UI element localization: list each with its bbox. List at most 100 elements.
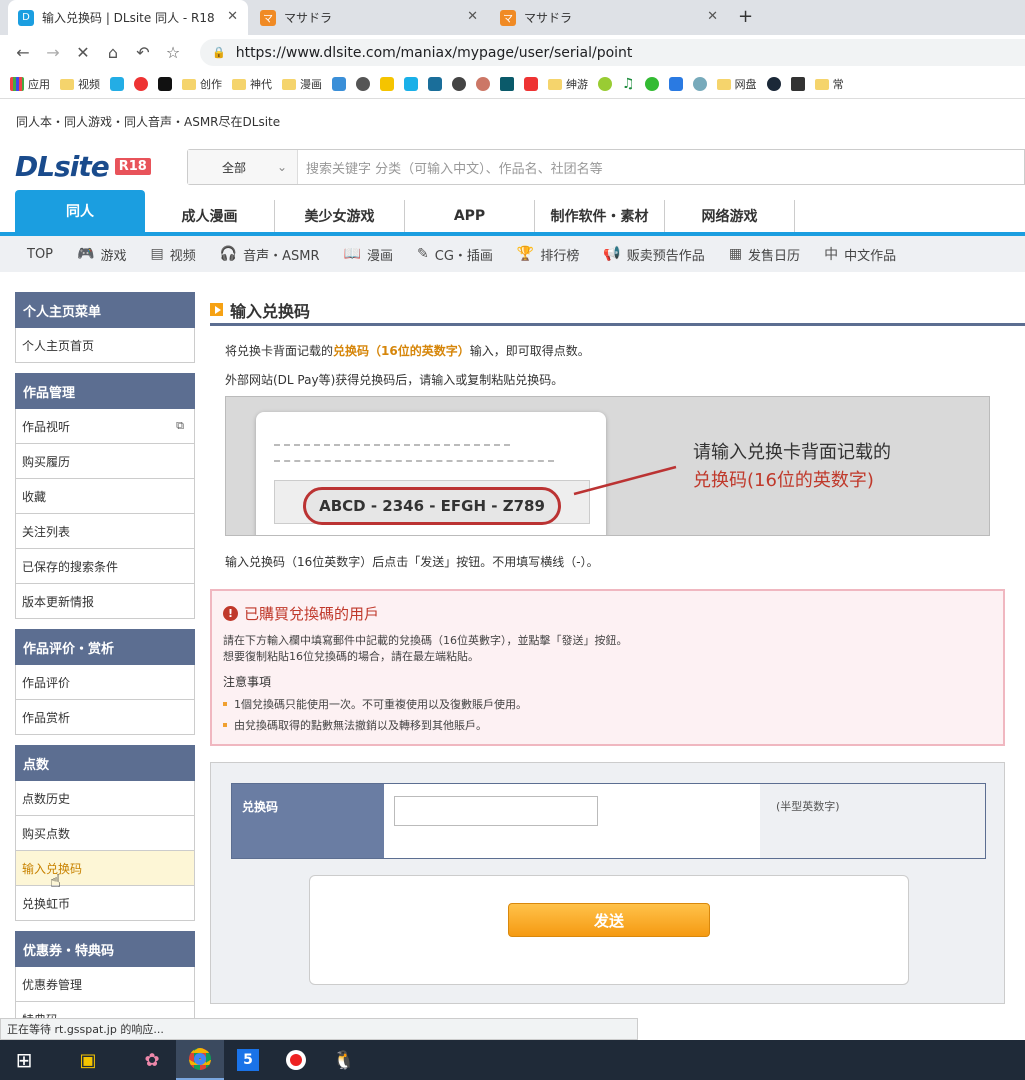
steam-icon[interactable]: [766, 77, 781, 91]
bilibili-icon[interactable]: [110, 77, 124, 91]
app-5-icon[interactable]: 5: [224, 1040, 272, 1080]
sub-nav-icon: 📢: [603, 246, 621, 262]
dlsite-logo[interactable]: DLsite R18: [15, 150, 151, 183]
site-icon[interactable]: [476, 77, 490, 91]
bookmark-folder[interactable]: 神代: [232, 76, 272, 92]
close-icon[interactable]: ✕: [227, 9, 238, 24]
sub-nav-item[interactable]: 📢 贩卖预告作品: [603, 245, 704, 264]
site-icon[interactable]: [500, 77, 514, 91]
sub-nav-item[interactable]: ▤ 视频: [150, 245, 195, 264]
main-nav-online-games[interactable]: 网络游戏: [665, 200, 795, 232]
main-nav-comics[interactable]: 成人漫画: [145, 200, 275, 232]
sidebar-item[interactable]: 作品评价: [15, 665, 195, 700]
bookmark-folder[interactable]: 网盘: [716, 76, 757, 92]
app-icon[interactable]: ✿: [128, 1040, 176, 1080]
address-bar[interactable]: 🔒 https://www.dlsite.com/maniax/mypage/u…: [200, 39, 1025, 66]
sidebar-item[interactable]: 输入兑换码: [15, 851, 195, 886]
tab-title: 输入兑换码 | DLsite 同人 - R18: [42, 11, 215, 25]
stop-icon[interactable]: ✕: [68, 37, 98, 67]
browser-tab[interactable]: マ マサドラ ✕: [490, 0, 728, 35]
site-icon[interactable]: [644, 77, 659, 91]
pixiv-icon[interactable]: [524, 77, 538, 91]
sidebar-item-label: 作品视听: [22, 419, 71, 434]
sidebar-item[interactable]: 购买点数: [15, 816, 195, 851]
bookmark-folder[interactable]: 创作: [182, 76, 222, 92]
bookmark-folder[interactable]: 漫画: [282, 76, 322, 92]
send-button[interactable]: 发送: [508, 903, 710, 937]
windows-start-icon[interactable]: ⊞: [0, 1040, 48, 1080]
site-tagline: 同人本・同人游戏・同人音声・ASMR尽在DLsite: [16, 115, 281, 129]
undo-icon[interactable]: ↶: [128, 37, 158, 67]
qq-penguin-icon[interactable]: 🐧: [320, 1040, 368, 1080]
globe-icon[interactable]: [356, 77, 370, 91]
status-bar: 正在等待 rt.gsspat.jp 的响应...: [0, 1018, 638, 1040]
sub-nav-item[interactable]: 📖 漫画: [344, 245, 393, 264]
forward-arrow-icon[interactable]: →: [38, 37, 68, 67]
epic-icon[interactable]: [790, 77, 805, 91]
sidebar-item[interactable]: 点数历史: [15, 781, 195, 816]
globe-icon[interactable]: [452, 77, 466, 91]
chrome-icon[interactable]: [176, 1040, 224, 1080]
sidebar-item[interactable]: 关注列表: [15, 514, 195, 549]
bookmark-folder[interactable]: 常: [814, 76, 844, 92]
video-site-icon[interactable]: [134, 77, 148, 91]
sub-nav-item[interactable]: 🏆 排行榜: [517, 245, 579, 264]
close-icon[interactable]: ✕: [707, 9, 718, 24]
tab-title: マサドラ: [284, 11, 333, 25]
close-icon[interactable]: ✕: [467, 9, 478, 24]
serial-code-hint: (半型英数字): [760, 784, 985, 858]
game-booster-icon[interactable]: ▣: [48, 1040, 128, 1080]
site-icon[interactable]: [428, 77, 442, 91]
sub-nav-item[interactable]: TOP: [27, 247, 53, 262]
bookmark-folder[interactable]: 绅游: [548, 76, 588, 92]
back-arrow-icon[interactable]: ←: [8, 37, 38, 67]
search-category-select[interactable]: 全部 ⌄: [188, 150, 298, 184]
sidebar-item[interactable]: 优惠券管理: [15, 967, 195, 1002]
intro-after: 输入，即可取得点数。: [469, 344, 590, 358]
sub-nav-item[interactable]: 🎧 音声・ASMR: [220, 245, 320, 264]
sidebar-item[interactable]: 作品赏析: [15, 700, 195, 735]
sidebar-group-title: 作品管理: [15, 373, 195, 409]
sub-nav-item[interactable]: ▦ 发售日历: [729, 245, 800, 264]
sub-nav-item[interactable]: 中中文作品: [824, 244, 896, 264]
manga-site-icon[interactable]: [332, 77, 346, 91]
main-nav-games[interactable]: 美少女游戏: [275, 200, 405, 232]
search-input[interactable]: 搜索关键字 分类（可输入中文）、作品名、社团名等: [298, 158, 603, 177]
sub-nav-label: CG・插画: [434, 248, 493, 264]
browser-tab-active[interactable]: D 输入兑换码 | DLsite 同人 - R18 ✕: [8, 0, 248, 35]
main-nav-doujin[interactable]: 同人: [15, 190, 145, 232]
sidebar-item[interactable]: 个人主页首页: [15, 328, 195, 363]
main-nav-tools[interactable]: 制作软件・素材: [535, 200, 665, 232]
browser-tab[interactable]: マ マサドラ ✕: [250, 0, 488, 35]
folder-icon: [548, 78, 562, 90]
sidebar-item[interactable]: 收藏: [15, 479, 195, 514]
bookmark-folder[interactable]: 视频: [60, 76, 100, 92]
record-icon[interactable]: [272, 1040, 320, 1080]
site-icon[interactable]: [668, 77, 683, 91]
bookmark-apps[interactable]: 应用: [10, 76, 50, 92]
tiktok-icon[interactable]: [158, 77, 172, 91]
intro-before: 将兑换卡背面记载的: [225, 344, 334, 358]
sidebar-item[interactable]: 版本更新情报: [15, 584, 195, 619]
music-icon[interactable]: ♫: [622, 76, 635, 92]
bookmark-label: 视频: [78, 78, 100, 91]
site-icon[interactable]: [692, 77, 707, 91]
site-icon[interactable]: [380, 77, 394, 91]
star-icon[interactable]: ☆: [158, 37, 188, 67]
page-title-bar: 输入兑换码: [210, 296, 1025, 326]
sidebar-item[interactable]: 作品视听 ⧉: [15, 409, 195, 444]
form-table: 兑换码 (半型英数字): [231, 783, 986, 859]
site-icon[interactable]: [404, 77, 418, 91]
sidebar-item[interactable]: 兑换虹币: [15, 886, 195, 921]
serial-code-input[interactable]: [394, 796, 598, 826]
sidebar-item[interactable]: 购买履历: [15, 444, 195, 479]
sidebar-item[interactable]: 已保存的搜索条件: [15, 549, 195, 584]
home-icon[interactable]: ⌂: [98, 37, 128, 67]
sub-nav-item[interactable]: 🎮 游戏: [77, 245, 126, 264]
new-tab-button[interactable]: +: [738, 6, 753, 27]
main-nav-app[interactable]: APP: [405, 200, 535, 232]
code-illustration: ABCD - 2346 - EFGH - Z789 请输入兑换卡背面记载的 兑换…: [225, 396, 990, 536]
sub-nav-item[interactable]: ✎ CG・插画: [417, 245, 493, 264]
site-icon[interactable]: [598, 77, 612, 91]
